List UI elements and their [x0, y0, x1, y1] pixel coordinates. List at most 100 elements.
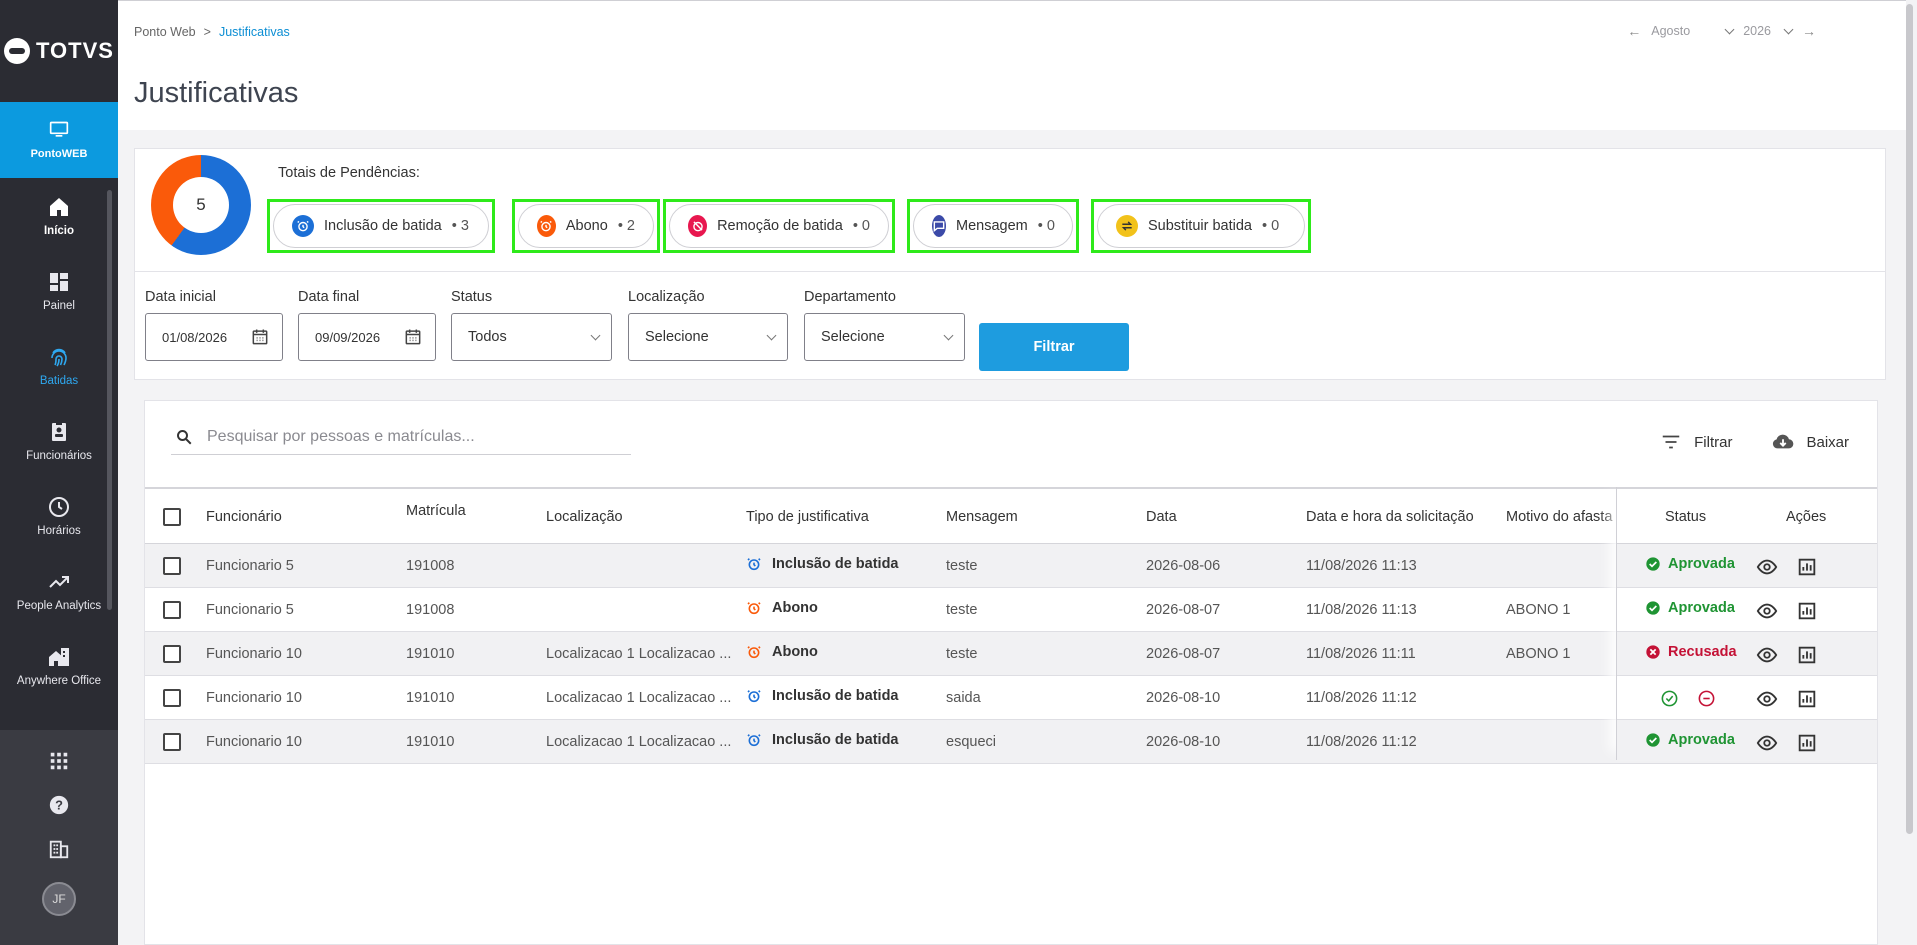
sidebar-item-label: Batidas [39, 374, 79, 387]
app-pontoweb[interactable]: PontoWEB [0, 102, 118, 178]
breadcrumb-root[interactable]: Ponto Web [134, 25, 196, 39]
row-checkbox[interactable] [163, 601, 181, 619]
report-button[interactable] [1796, 644, 1818, 666]
location-select-value: Selecione [645, 329, 709, 345]
department-group: Departamento Selecione [804, 289, 965, 361]
reject-button[interactable] [1697, 689, 1716, 708]
column-header[interactable]: Status [1665, 509, 1706, 525]
totvs-logo[interactable]: TOTVS [0, 0, 118, 102]
chip-inclusao-batida[interactable]: Inclusão de batida • 3 [273, 204, 489, 248]
download-button[interactable]: Baixar [1772, 431, 1849, 453]
chip-mensagem[interactable]: Mensagem • 0 [913, 204, 1073, 248]
status-label: Recusada [1668, 644, 1737, 660]
column-header[interactable]: Data [1146, 509, 1177, 525]
period-selector: ← Agosto 2026 → [1627, 23, 1816, 39]
cell-id: 191008 [406, 558, 455, 574]
sidebar-item-funcionarios[interactable]: Funcionários [0, 403, 118, 478]
row-checkbox[interactable] [163, 733, 181, 751]
cell-date: 2026-08-07 [1146, 602, 1221, 618]
department-select[interactable]: Selecione [804, 313, 965, 361]
avatar[interactable]: JF [42, 882, 76, 916]
sidebar-item-batidas[interactable]: Batidas [0, 328, 118, 403]
pending-donut-chart: 5 [151, 155, 251, 255]
month-value: Agosto [1651, 24, 1691, 38]
report-button[interactable] [1796, 688, 1818, 710]
chevron-down-icon [590, 330, 601, 340]
chip-label: Inclusão de batida [324, 218, 442, 234]
view-button[interactable] [1756, 644, 1778, 666]
sidebar: TOTVS PontoWEB Início Painel Batidas Fun… [0, 0, 118, 945]
summary-divider [135, 271, 1885, 272]
column-header[interactable]: Localização [546, 509, 623, 525]
sidebar-item-anywhere-office[interactable]: Anywhere Office [0, 628, 118, 703]
search-input[interactable]: Pesquisar por pessoas e matrículas... [207, 428, 475, 446]
status-select[interactable]: Todos [451, 313, 612, 361]
chip-count: • 3 [451, 218, 469, 234]
status-label: Aprovada [1668, 600, 1735, 616]
chip-remocao-batida[interactable]: Remoção de batida • 0 [669, 204, 889, 248]
sidebar-item-horarios[interactable]: Horários [0, 478, 118, 553]
company-icon[interactable] [48, 838, 70, 860]
sidebar-item-label: Painel [43, 299, 75, 312]
pending-total: 5 [173, 177, 229, 233]
view-button[interactable] [1756, 600, 1778, 622]
column-header: Ações [1786, 509, 1827, 525]
apps-grid-icon[interactable] [48, 750, 70, 772]
next-month-arrow-icon[interactable]: → [1802, 23, 1816, 39]
chip-abono[interactable]: Abono • 2 [518, 204, 654, 248]
search-bar[interactable]: Pesquisar por pessoas e matrículas... [171, 419, 631, 455]
chip-substituir-batida[interactable]: Substituir batida • 0 [1097, 204, 1305, 248]
chip-label: Substituir batida [1148, 218, 1252, 234]
status-group: Status Todos [451, 289, 612, 361]
page-header: Ponto Web > Justificativas Justificativa… [118, 0, 1906, 130]
view-button[interactable] [1756, 688, 1778, 710]
column-header[interactable]: Funcionário [206, 509, 282, 525]
row-checkbox[interactable] [163, 645, 181, 663]
alarm-icon [747, 558, 761, 571]
help-icon[interactable]: ? [48, 794, 70, 816]
calendar-icon[interactable] [250, 327, 270, 347]
swap-icon [1116, 215, 1138, 237]
filter-submit-button[interactable]: Filtrar [979, 323, 1129, 371]
alarm-icon [747, 690, 761, 703]
year-select[interactable]: 2026 [1743, 24, 1794, 38]
column-header[interactable]: Tipo de justificativa [746, 509, 869, 525]
report-button[interactable] [1796, 732, 1818, 754]
column-header[interactable]: Data e hora da solicitação [1306, 509, 1474, 525]
cell-requested: 11/08/2026 11:12 [1306, 690, 1417, 706]
approve-button[interactable] [1660, 689, 1679, 708]
report-button[interactable] [1796, 600, 1818, 622]
chevron-down-icon [1783, 24, 1794, 34]
select-all-checkbox[interactable] [163, 508, 181, 526]
report-button[interactable] [1796, 556, 1818, 578]
cell-reason: ABONO 1 [1506, 646, 1571, 662]
sidebar-item-people-analytics[interactable]: People Analytics [0, 553, 118, 628]
column-header[interactable]: Mensagem [946, 509, 1018, 525]
column-header[interactable]: Motivo do afasta [1506, 509, 1614, 525]
sidebar-item-inicio[interactable]: Início [0, 178, 118, 253]
previous-month-arrow-icon[interactable]: ← [1627, 23, 1641, 39]
breadcrumb: Ponto Web > Justificativas [134, 25, 290, 39]
view-button[interactable] [1756, 556, 1778, 578]
sidebar-item-label: People Analytics [16, 599, 102, 612]
home-work-icon [49, 647, 69, 666]
sidebar-item-painel[interactable]: Painel [0, 253, 118, 328]
department-label: Departamento [804, 289, 896, 305]
filter-list-icon [1662, 435, 1680, 449]
filter-button[interactable]: Filtrar [1660, 431, 1732, 453]
view-button[interactable] [1756, 732, 1778, 754]
remove-circle-outline-icon [1698, 690, 1715, 707]
chip-count-value: 0 [1271, 218, 1280, 234]
cell-type: Inclusão de batida [746, 688, 899, 704]
location-select[interactable]: Selecione [628, 313, 788, 361]
row-checkbox[interactable] [163, 689, 181, 707]
end-date-field[interactable]: 09/09/2026 [298, 313, 436, 361]
month-select[interactable]: Agosto [1651, 24, 1735, 38]
sidebar-scrollbar[interactable] [107, 190, 112, 610]
cell-id: 191010 [406, 734, 455, 750]
calendar-icon[interactable] [403, 327, 423, 347]
page-scrollbar[interactable] [1906, 4, 1913, 834]
row-checkbox[interactable] [163, 557, 181, 575]
column-header[interactable]: Matrícula [406, 503, 466, 519]
start-date-field[interactable]: 01/08/2026 [145, 313, 283, 361]
